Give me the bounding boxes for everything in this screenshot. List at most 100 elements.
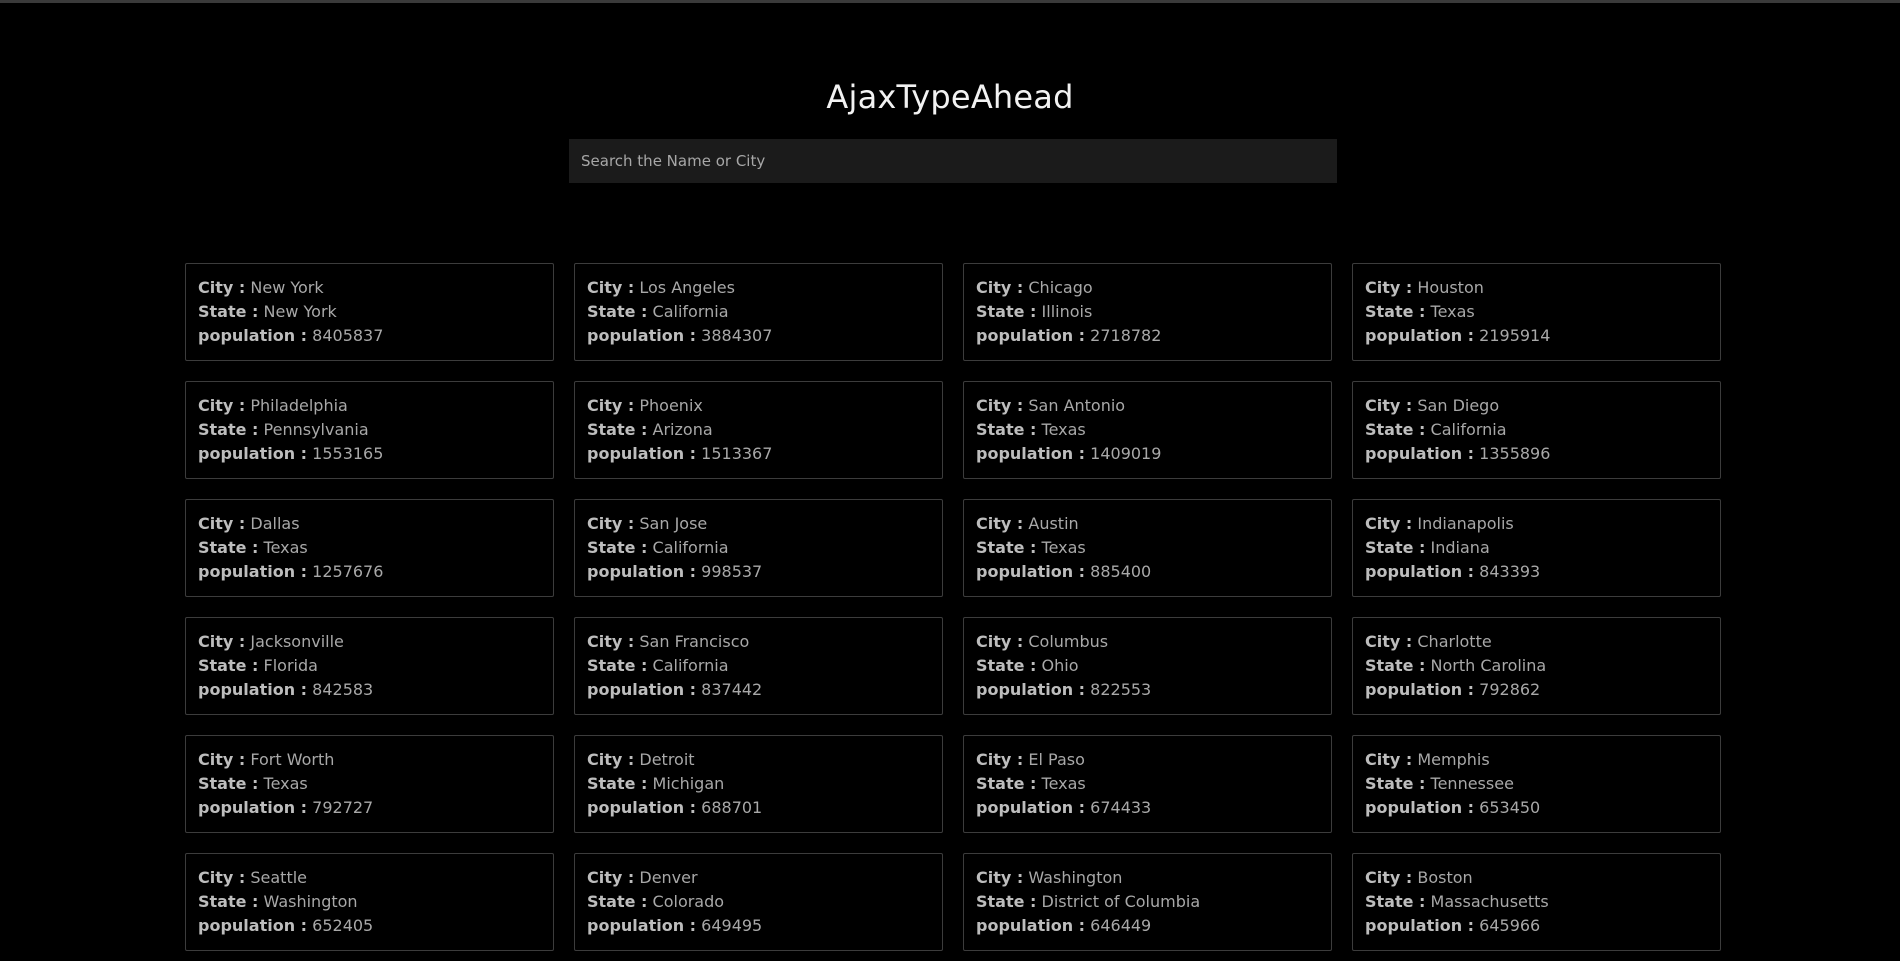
- population-value: 8405837: [312, 326, 384, 345]
- city-line: City : Boston: [1365, 866, 1708, 890]
- city-card: City : Fort Worth State : Texas populati…: [185, 735, 554, 833]
- city-value: Austin: [1028, 514, 1079, 533]
- state-value: Illinois: [1041, 302, 1093, 321]
- city-value: Jacksonville: [250, 632, 344, 651]
- city-line: City : Seattle: [198, 866, 541, 890]
- state-value: Tennessee: [1430, 774, 1514, 793]
- city-card: City : San Jose State : California popul…: [574, 499, 943, 597]
- city-label: City :: [1365, 632, 1413, 651]
- population-line: population : 652405: [198, 914, 541, 938]
- search-input[interactable]: [569, 139, 1337, 183]
- state-line: State : Florida: [198, 654, 541, 678]
- population-label: population :: [587, 916, 697, 935]
- population-value: 688701: [701, 798, 763, 817]
- state-value: Florida: [263, 656, 318, 675]
- population-line: population : 843393: [1365, 560, 1708, 584]
- population-label: population :: [587, 326, 697, 345]
- city-label: City :: [198, 396, 246, 415]
- city-line: City : Phoenix: [587, 394, 930, 418]
- state-line: State : North Carolina: [1365, 654, 1708, 678]
- city-line: City : Fort Worth: [198, 748, 541, 772]
- city-results-grid: City : New York State : New York populat…: [185, 263, 1721, 951]
- state-label: State :: [1365, 538, 1426, 557]
- state-value: Texas: [1041, 420, 1086, 439]
- population-label: population :: [976, 680, 1086, 699]
- city-value: Los Angeles: [639, 278, 735, 297]
- city-value: Seattle: [250, 868, 308, 887]
- population-line: population : 998537: [587, 560, 930, 584]
- city-label: City :: [587, 278, 635, 297]
- state-value: Colorado: [652, 892, 725, 911]
- state-line: State : Texas: [198, 772, 541, 796]
- city-card: City : Phoenix State : Arizona populatio…: [574, 381, 943, 479]
- city-line: City : El Paso: [976, 748, 1319, 772]
- state-line: State : Arizona: [587, 418, 930, 442]
- population-value: 649495: [701, 916, 763, 935]
- state-label: State :: [587, 656, 648, 675]
- state-value: Pennsylvania: [263, 420, 369, 439]
- city-line: City : Philadelphia: [198, 394, 541, 418]
- state-line: State : Texas: [1365, 300, 1708, 324]
- top-border-rule: [0, 0, 1900, 3]
- city-card: City : El Paso State : Texas population …: [963, 735, 1332, 833]
- city-value: Chicago: [1028, 278, 1093, 297]
- population-value: 646449: [1090, 916, 1152, 935]
- population-value: 1553165: [312, 444, 384, 463]
- city-line: City : Denver: [587, 866, 930, 890]
- population-label: population :: [587, 680, 697, 699]
- city-value: Dallas: [250, 514, 300, 533]
- population-line: population : 8405837: [198, 324, 541, 348]
- population-value: 1409019: [1090, 444, 1162, 463]
- state-label: State :: [587, 302, 648, 321]
- population-label: population :: [976, 326, 1086, 345]
- population-value: 1355896: [1479, 444, 1551, 463]
- population-value: 2195914: [1479, 326, 1551, 345]
- state-value: Arizona: [652, 420, 713, 439]
- city-card: City : Los Angeles State : California po…: [574, 263, 943, 361]
- city-value: New York: [250, 278, 324, 297]
- state-label: State :: [587, 538, 648, 557]
- state-value: Texas: [263, 774, 308, 793]
- population-label: population :: [976, 916, 1086, 935]
- city-label: City :: [976, 278, 1024, 297]
- city-value: Washington: [1028, 868, 1123, 887]
- state-label: State :: [976, 302, 1037, 321]
- population-value: 1257676: [312, 562, 384, 581]
- state-value: Washington: [263, 892, 358, 911]
- city-value: El Paso: [1028, 750, 1085, 769]
- city-value: Columbus: [1028, 632, 1109, 651]
- city-label: City :: [976, 514, 1024, 533]
- population-label: population :: [1365, 798, 1475, 817]
- city-label: City :: [198, 750, 246, 769]
- city-value: Detroit: [639, 750, 695, 769]
- city-line: City : Dallas: [198, 512, 541, 536]
- population-label: population :: [587, 562, 697, 581]
- state-value: Texas: [1041, 538, 1086, 557]
- state-line: State : California: [587, 536, 930, 560]
- population-line: population : 3884307: [587, 324, 930, 348]
- state-value: California: [652, 302, 729, 321]
- city-label: City :: [587, 750, 635, 769]
- population-value: 645966: [1479, 916, 1541, 935]
- state-line: State : Washington: [198, 890, 541, 914]
- population-value: 3884307: [701, 326, 773, 345]
- population-label: population :: [1365, 326, 1475, 345]
- state-label: State :: [976, 538, 1037, 557]
- state-label: State :: [198, 892, 259, 911]
- population-value: 837442: [701, 680, 763, 699]
- population-label: population :: [198, 326, 308, 345]
- state-label: State :: [198, 774, 259, 793]
- city-line: City : Austin: [976, 512, 1319, 536]
- city-value: Phoenix: [639, 396, 703, 415]
- population-line: population : 792727: [198, 796, 541, 820]
- population-line: population : 1513367: [587, 442, 930, 466]
- population-line: population : 674433: [976, 796, 1319, 820]
- state-line: State : Massachusetts: [1365, 890, 1708, 914]
- city-line: City : Detroit: [587, 748, 930, 772]
- city-card: City : San Francisco State : California …: [574, 617, 943, 715]
- state-value: Texas: [263, 538, 308, 557]
- population-line: population : 1257676: [198, 560, 541, 584]
- city-value: Boston: [1417, 868, 1473, 887]
- city-value: San Antonio: [1028, 396, 1126, 415]
- state-label: State :: [587, 420, 648, 439]
